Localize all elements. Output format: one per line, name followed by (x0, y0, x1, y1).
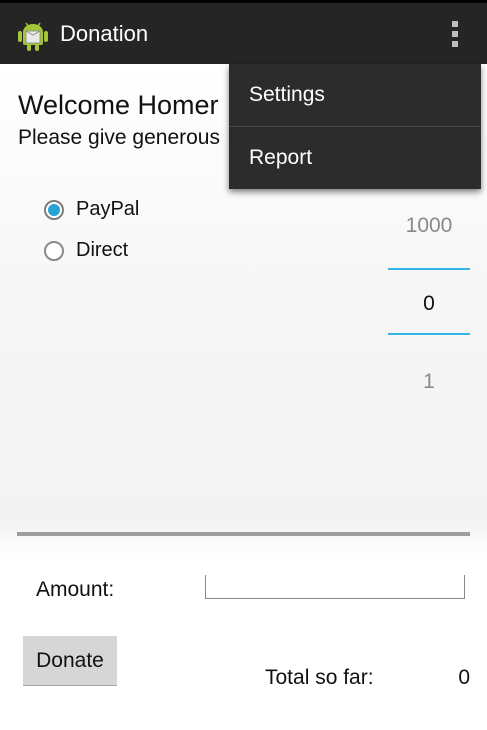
amount-field[interactable] (205, 575, 468, 599)
radio-paypal[interactable]: PayPal (44, 198, 139, 221)
action-bar: Donation (0, 0, 487, 64)
menu-item-settings[interactable]: Settings (229, 64, 481, 126)
amount-input[interactable] (206, 575, 468, 597)
picker-divider-bottom (388, 333, 470, 335)
amount-label: Amount: (36, 578, 115, 601)
welcome-heading: Welcome Homer (18, 90, 219, 120)
menu-item-report[interactable]: Report (229, 127, 481, 189)
overflow-menu-icon[interactable] (445, 17, 465, 53)
radio-paypal-label: PayPal (76, 198, 140, 220)
picker-previous-value[interactable]: 1000 (388, 214, 470, 238)
total-value: 0 (458, 666, 470, 689)
donation-progress-bar (17, 532, 470, 536)
radio-direct[interactable]: Direct (44, 239, 128, 262)
android-icon[interactable] (16, 18, 50, 52)
donate-button[interactable]: Donate (23, 636, 117, 686)
welcome-subheading: Please give generous (18, 126, 220, 149)
picker-current-value[interactable]: 0 (388, 292, 470, 316)
picker-next-value[interactable]: 1 (388, 370, 470, 394)
radio-direct-label: Direct (76, 239, 129, 261)
overflow-menu: Settings Report (229, 64, 481, 189)
radio-paypal-indicator[interactable] (44, 199, 64, 220)
radio-direct-indicator[interactable] (44, 240, 64, 261)
picker-divider-top (388, 268, 470, 270)
app-title: Donation (60, 21, 149, 46)
total-label: Total so far: (265, 666, 374, 689)
